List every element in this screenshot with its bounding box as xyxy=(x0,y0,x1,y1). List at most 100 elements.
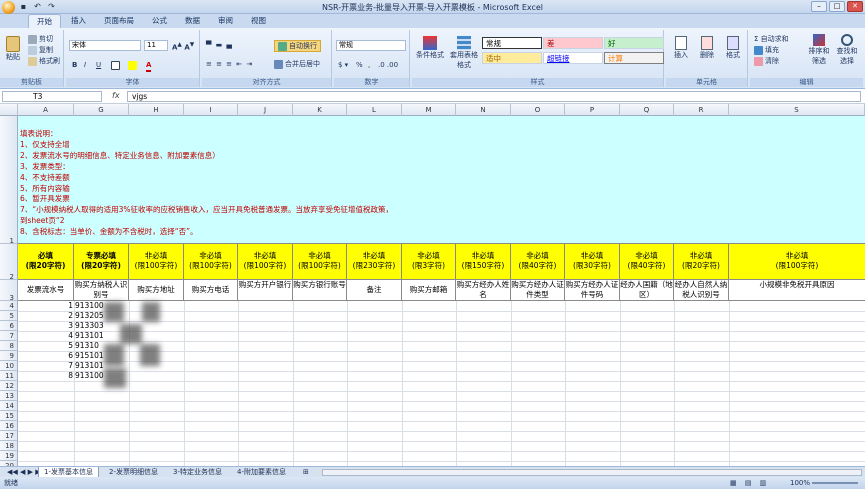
autosum-button[interactable]: Σ 自动求和 xyxy=(754,34,789,44)
column-header[interactable]: N xyxy=(456,104,511,116)
column-header[interactable]: S xyxy=(729,104,865,116)
copy-button[interactable]: 复制 xyxy=(28,45,53,55)
optional-header-cell[interactable]: 非必填 (限20字符) xyxy=(674,244,729,280)
number-format-select[interactable]: 常规 xyxy=(336,40,406,51)
column-header[interactable]: K xyxy=(293,104,347,116)
field-name-cell[interactable]: 购买方经办人姓名 xyxy=(456,280,511,301)
row-header[interactable]: 19 xyxy=(0,451,18,461)
clear-button[interactable]: 清除 xyxy=(754,56,779,66)
column-header[interactable]: O xyxy=(511,104,565,116)
column-header[interactable]: L xyxy=(347,104,402,116)
row-header[interactable]: 9 xyxy=(0,351,18,361)
font-size-select[interactable]: 11 xyxy=(144,40,168,51)
view-buttons[interactable]: ▦ ▤ ▥ xyxy=(730,477,769,489)
wrap-text-button[interactable]: 自动换行 xyxy=(274,40,321,52)
style-bad[interactable]: 差 xyxy=(543,37,603,49)
font-color-button[interactable]: A xyxy=(146,60,152,72)
optional-header-cell[interactable]: 非必填 (限100字符) xyxy=(129,244,184,280)
row-header[interactable]: 17 xyxy=(0,431,18,441)
column-header[interactable]: H xyxy=(129,104,184,116)
tab-review[interactable]: 审阅 xyxy=(210,14,241,28)
optional-header-cell[interactable]: 非必填 (限3字符) xyxy=(402,244,456,280)
row-header[interactable]: 6 xyxy=(0,321,18,331)
decimal-buttons[interactable]: .0 .00 xyxy=(378,60,398,70)
name-box[interactable]: T3 xyxy=(2,91,102,102)
optional-header-cell[interactable]: 非必填 (限230字符) xyxy=(347,244,402,280)
field-name-cell[interactable]: 备注 xyxy=(347,280,402,301)
required-header-cell[interactable]: 专票必填 (限20字符) xyxy=(74,244,129,280)
row-header[interactable]: 3 xyxy=(0,280,18,302)
merge-center-button[interactable]: 合并后居中 xyxy=(274,59,320,69)
tab-view[interactable]: 视图 xyxy=(243,14,274,28)
tab-formulas[interactable]: 公式 xyxy=(144,14,175,28)
column-header[interactable]: I xyxy=(184,104,238,116)
horizontal-scrollbar[interactable] xyxy=(322,469,862,476)
select-all-corner[interactable] xyxy=(0,104,18,116)
style-hyperlink[interactable]: 超链接 xyxy=(543,52,603,64)
maximize-button[interactable]: □ xyxy=(829,1,845,12)
comma-button[interactable]: , xyxy=(368,60,370,70)
row-header[interactable]: 13 xyxy=(0,391,18,401)
underline-button[interactable]: U xyxy=(96,60,101,70)
optional-header-cell[interactable]: 非必填 (限100字符) xyxy=(729,244,865,280)
fill-button[interactable]: 填充 xyxy=(754,45,779,55)
zoom-slider[interactable] xyxy=(812,482,858,484)
row-header[interactable]: 4 xyxy=(0,301,18,311)
column-header[interactable]: R xyxy=(674,104,729,116)
row-header[interactable]: 1 xyxy=(0,116,18,245)
field-name-cell[interactable]: 购买方经办人证件类型 xyxy=(511,280,565,301)
fill-color-button[interactable] xyxy=(128,60,139,70)
row-header[interactable]: 16 xyxy=(0,421,18,431)
zoom-level[interactable]: 100% xyxy=(790,477,810,489)
border-button[interactable] xyxy=(111,60,122,70)
column-header[interactable]: G xyxy=(74,104,129,116)
format-painter-button[interactable]: 格式刷 xyxy=(28,56,60,66)
optional-header-cell[interactable]: 非必填 (限30字符) xyxy=(565,244,620,280)
paste-button[interactable]: 粘贴 xyxy=(4,36,22,64)
row-header[interactable]: 8 xyxy=(0,341,18,351)
close-button[interactable]: ✕ xyxy=(847,1,863,12)
row-header[interactable]: 7 xyxy=(0,331,18,341)
minimize-button[interactable]: – xyxy=(811,1,827,12)
field-name-cell[interactable]: 小规模非免税开具原因 xyxy=(729,280,865,301)
column-header[interactable]: Q xyxy=(620,104,674,116)
horizontal-align-buttons[interactable]: ≡ ≡ ≡ ⇤ ⇥ xyxy=(206,59,253,69)
delete-cells-button[interactable]: 删除 xyxy=(696,36,718,60)
row-header[interactable]: 15 xyxy=(0,411,18,421)
field-name-cell[interactable]: 购买方电话 xyxy=(184,280,238,301)
field-name-cell[interactable]: 购买方开户银行 xyxy=(238,280,293,301)
italic-button[interactable]: I xyxy=(84,60,86,70)
currency-button[interactable]: $ ▾ xyxy=(338,60,348,70)
row-header[interactable]: 5 xyxy=(0,311,18,321)
optional-header-cell[interactable]: 非必填 (限100字符) xyxy=(184,244,238,280)
tab-page-layout[interactable]: 页面布局 xyxy=(96,14,142,28)
style-good[interactable]: 好 xyxy=(604,37,664,49)
formula-input[interactable]: vjgs xyxy=(127,91,861,102)
optional-header-cell[interactable]: 非必填 (限100字符) xyxy=(293,244,347,280)
row-header[interactable]: 2 xyxy=(0,244,18,281)
row-header[interactable]: 18 xyxy=(0,441,18,451)
field-name-cell[interactable]: 购买方地址 xyxy=(129,280,184,301)
insert-cells-button[interactable]: 插入 xyxy=(670,36,692,60)
field-name-cell[interactable]: 购买方邮箱 xyxy=(402,280,456,301)
style-normal[interactable]: 常规 xyxy=(482,37,542,49)
optional-header-cell[interactable]: 非必填 (限150字符) xyxy=(456,244,511,280)
column-header[interactable]: M xyxy=(402,104,456,116)
column-header[interactable]: A xyxy=(18,104,74,116)
required-header-cell[interactable]: 必填 (限20字符) xyxy=(18,244,74,280)
tab-home[interactable]: 开始 xyxy=(28,14,61,28)
row-header[interactable]: 14 xyxy=(0,401,18,411)
column-header[interactable]: J xyxy=(238,104,293,116)
bold-button[interactable]: B xyxy=(72,60,77,70)
font-name-select[interactable]: 宋体 xyxy=(69,40,141,51)
cut-button[interactable]: 剪切 xyxy=(28,34,53,44)
vertical-align-buttons[interactable]: ▀ ▬ ▄ xyxy=(206,40,233,50)
field-name-cell[interactable]: 购买方纳税人识别号 xyxy=(74,280,129,301)
row-header[interactable]: 12 xyxy=(0,381,18,391)
grow-font-button[interactable]: A▲ A▼ xyxy=(172,40,194,52)
tab-insert[interactable]: 插入 xyxy=(63,14,94,28)
column-header[interactable]: P xyxy=(565,104,620,116)
optional-header-cell[interactable]: 非必填 (限100字符) xyxy=(238,244,293,280)
format-as-table-button[interactable]: 套用表格格式 xyxy=(450,36,478,70)
conditional-format-button[interactable]: 条件格式 xyxy=(416,36,444,60)
